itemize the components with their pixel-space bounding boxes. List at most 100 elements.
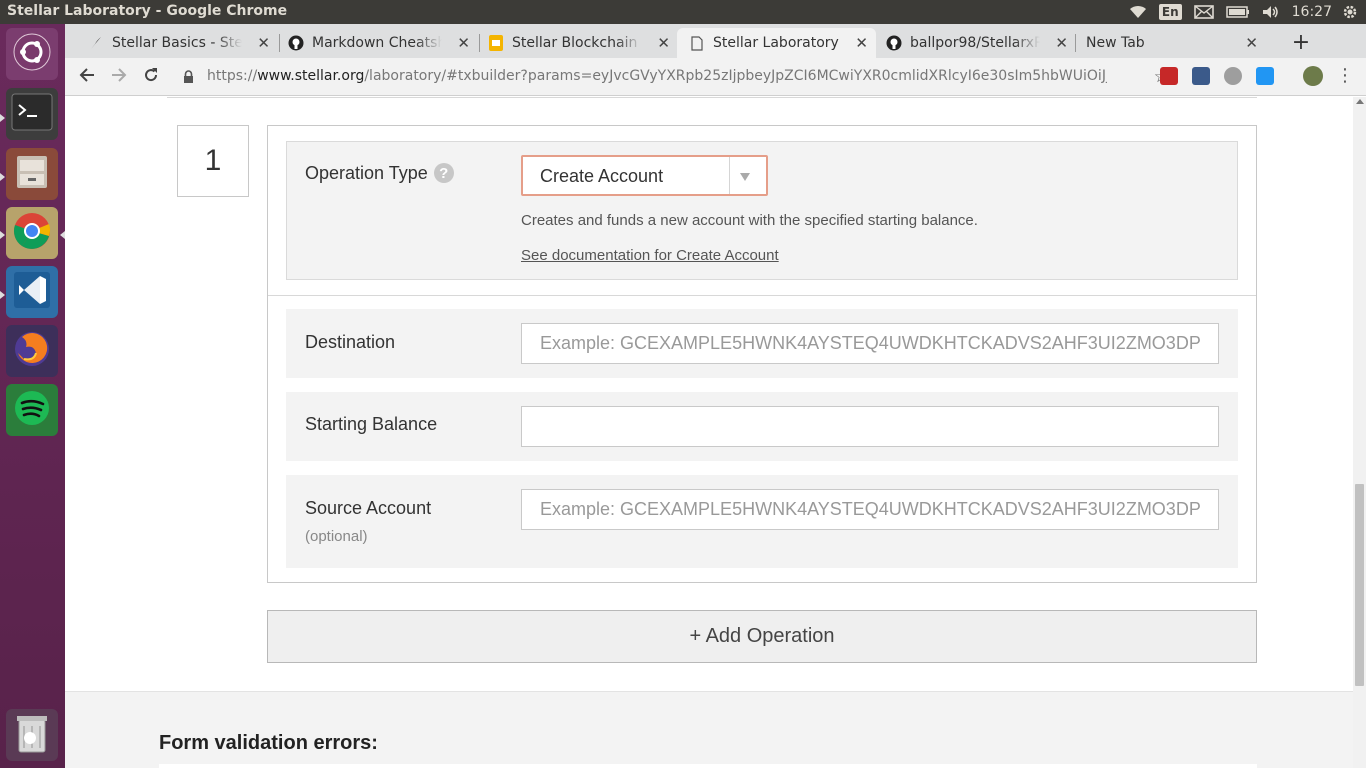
close-tab-icon[interactable]: ✕: [257, 35, 270, 51]
add-operation-button[interactable]: + Add Operation: [267, 610, 1257, 663]
extension-wallet-icon[interactable]: [1192, 67, 1210, 85]
tab-divider: [279, 34, 280, 52]
tab-strip: Stellar Basics - Stellar ✕ Markdown Chea…: [65, 24, 1366, 58]
validation-section: Form validation errors:: [65, 691, 1353, 768]
tab-stellar-laboratory[interactable]: Stellar Laboratory ✕: [677, 28, 876, 58]
operation-type-label: Operation Type?: [305, 163, 454, 184]
tab-divider: [1075, 34, 1076, 52]
launcher-trash[interactable]: [6, 709, 58, 761]
firefox-icon: [12, 329, 52, 373]
source-account-input[interactable]: [521, 489, 1219, 530]
close-tab-icon[interactable]: ✕: [1055, 35, 1068, 51]
forward-button[interactable]: [106, 64, 132, 90]
battery-icon[interactable]: [1225, 6, 1250, 18]
form-errors-box: [159, 764, 1257, 768]
page-icon: [689, 35, 705, 51]
wifi-icon[interactable]: [1129, 5, 1147, 19]
tab-stellar-blockchain[interactable]: Stellar Blockchain and ✕: [488, 28, 678, 58]
form-errors-title: Form validation errors:: [159, 732, 378, 754]
tab-label: New Tab: [1086, 35, 1145, 51]
starting-balance-label: Starting Balance: [305, 414, 438, 434]
operation-type-value: Create Account: [540, 166, 664, 186]
profile-avatar[interactable]: [1303, 66, 1323, 86]
url-text: https://www.stellar.org/laboratory/#txbu…: [207, 68, 1107, 84]
scrollbar-thumb[interactable]: [1355, 484, 1364, 686]
plus-icon: +: [1291, 29, 1311, 55]
tab-label: Stellar Laboratory: [713, 35, 839, 51]
extension-windows-icon[interactable]: [1256, 67, 1274, 85]
tab-new-tab[interactable]: New Tab ✕: [1086, 28, 1266, 58]
tab-label: Stellar Blockchain and: [512, 35, 642, 51]
starting-balance-input[interactable]: [521, 406, 1219, 447]
close-tab-icon[interactable]: ✕: [1245, 35, 1258, 51]
tab-label: Markdown Cheatsheet: [312, 35, 442, 51]
launcher-firefox[interactable]: [6, 325, 58, 377]
settings-gear-icon[interactable]: [1342, 4, 1358, 20]
launcher-files[interactable]: [6, 148, 58, 200]
system-top-bar: Stellar Laboratory - Google Chrome En 16…: [0, 0, 1366, 24]
new-tab-button[interactable]: +: [1287, 28, 1315, 56]
chevron-down-icon: [740, 173, 750, 181]
file-cabinet-icon: [12, 152, 52, 196]
extension-chat-icon[interactable]: [1224, 67, 1242, 85]
operation-type-select[interactable]: Create Account: [521, 155, 768, 196]
url-host: www.stellar.org: [257, 68, 365, 84]
destination-input[interactable]: [521, 323, 1219, 364]
back-button[interactable]: [74, 64, 100, 90]
ubuntu-logo-icon: [12, 32, 52, 76]
extension-puzzle-red-icon[interactable]: [1160, 67, 1178, 85]
operation-description: Creates and funds a new account with the…: [521, 212, 978, 229]
help-icon[interactable]: ?: [433, 163, 454, 184]
feather-icon: [88, 35, 104, 51]
reload-button[interactable]: [138, 64, 164, 90]
destination-row: Destination: [286, 309, 1238, 378]
tab-label: ballpor98/StellarxR: [910, 35, 1040, 51]
close-tab-icon[interactable]: ✕: [855, 35, 868, 51]
url-path: /laboratory/#txbuilder?params=eyJvcGVyYX…: [364, 68, 1107, 84]
spotify-icon: [12, 388, 52, 432]
close-tab-icon[interactable]: ✕: [657, 35, 670, 51]
running-indicator: [0, 231, 5, 239]
launcher-terminal[interactable]: [6, 88, 58, 140]
github-icon: [288, 35, 304, 51]
running-indicator: [0, 291, 5, 299]
address-bar[interactable]: https://www.stellar.org/laboratory/#txbu…: [175, 62, 1175, 92]
page-scrollbar[interactable]: [1353, 97, 1366, 768]
documentation-link[interactable]: See documentation for Create Account: [521, 247, 779, 264]
operation-type-panel: Operation Type? Create Account Creates a…: [286, 141, 1238, 280]
volume-icon[interactable]: [1262, 5, 1280, 19]
operation-type-label-text: Operation Type: [305, 163, 428, 183]
arrow-right-icon: [111, 67, 127, 87]
optional-hint: (optional): [305, 528, 368, 545]
slides-icon: [488, 35, 504, 51]
kebab-menu-icon[interactable]: ⋮: [1336, 66, 1354, 86]
operation-card: Operation Type? Create Account Creates a…: [267, 125, 1257, 583]
launcher-dash[interactable]: [6, 28, 58, 80]
running-indicator: [0, 114, 5, 122]
trash-icon: [13, 712, 51, 758]
chrome-icon: [12, 211, 52, 255]
system-tray: En 16:27: [1129, 0, 1366, 24]
tab-ballpor98-stellarxr[interactable]: ballpor98/StellarxR ✕: [886, 28, 1076, 58]
launcher: [0, 24, 65, 768]
launcher-spotify[interactable]: [6, 384, 58, 436]
tab-markdown-cheatsheet[interactable]: Markdown Cheatsheet ✕: [288, 28, 478, 58]
starting-balance-row: Starting Balance: [286, 392, 1238, 461]
tab-stellar-basics[interactable]: Stellar Basics - Stellar ✕: [88, 28, 278, 58]
lock-icon: [183, 69, 194, 88]
operation-number: 1: [177, 125, 249, 197]
url-scheme: https://: [207, 68, 258, 84]
clock[interactable]: 16:27: [1292, 4, 1332, 20]
launcher-chrome[interactable]: [6, 207, 58, 259]
launcher-vscode[interactable]: [6, 266, 58, 318]
mail-icon[interactable]: [1193, 5, 1214, 19]
keyboard-language-indicator[interactable]: En: [1158, 4, 1182, 20]
previous-section-edge: [167, 97, 1257, 98]
scroll-up-arrow-icon[interactable]: [1356, 99, 1364, 104]
arrow-left-icon: [79, 67, 95, 87]
github-icon: [886, 35, 902, 51]
destination-label: Destination: [305, 332, 396, 352]
close-tab-icon[interactable]: ✕: [457, 35, 470, 51]
window-title: Stellar Laboratory - Google Chrome: [7, 3, 288, 19]
section-divider: [268, 295, 1256, 296]
